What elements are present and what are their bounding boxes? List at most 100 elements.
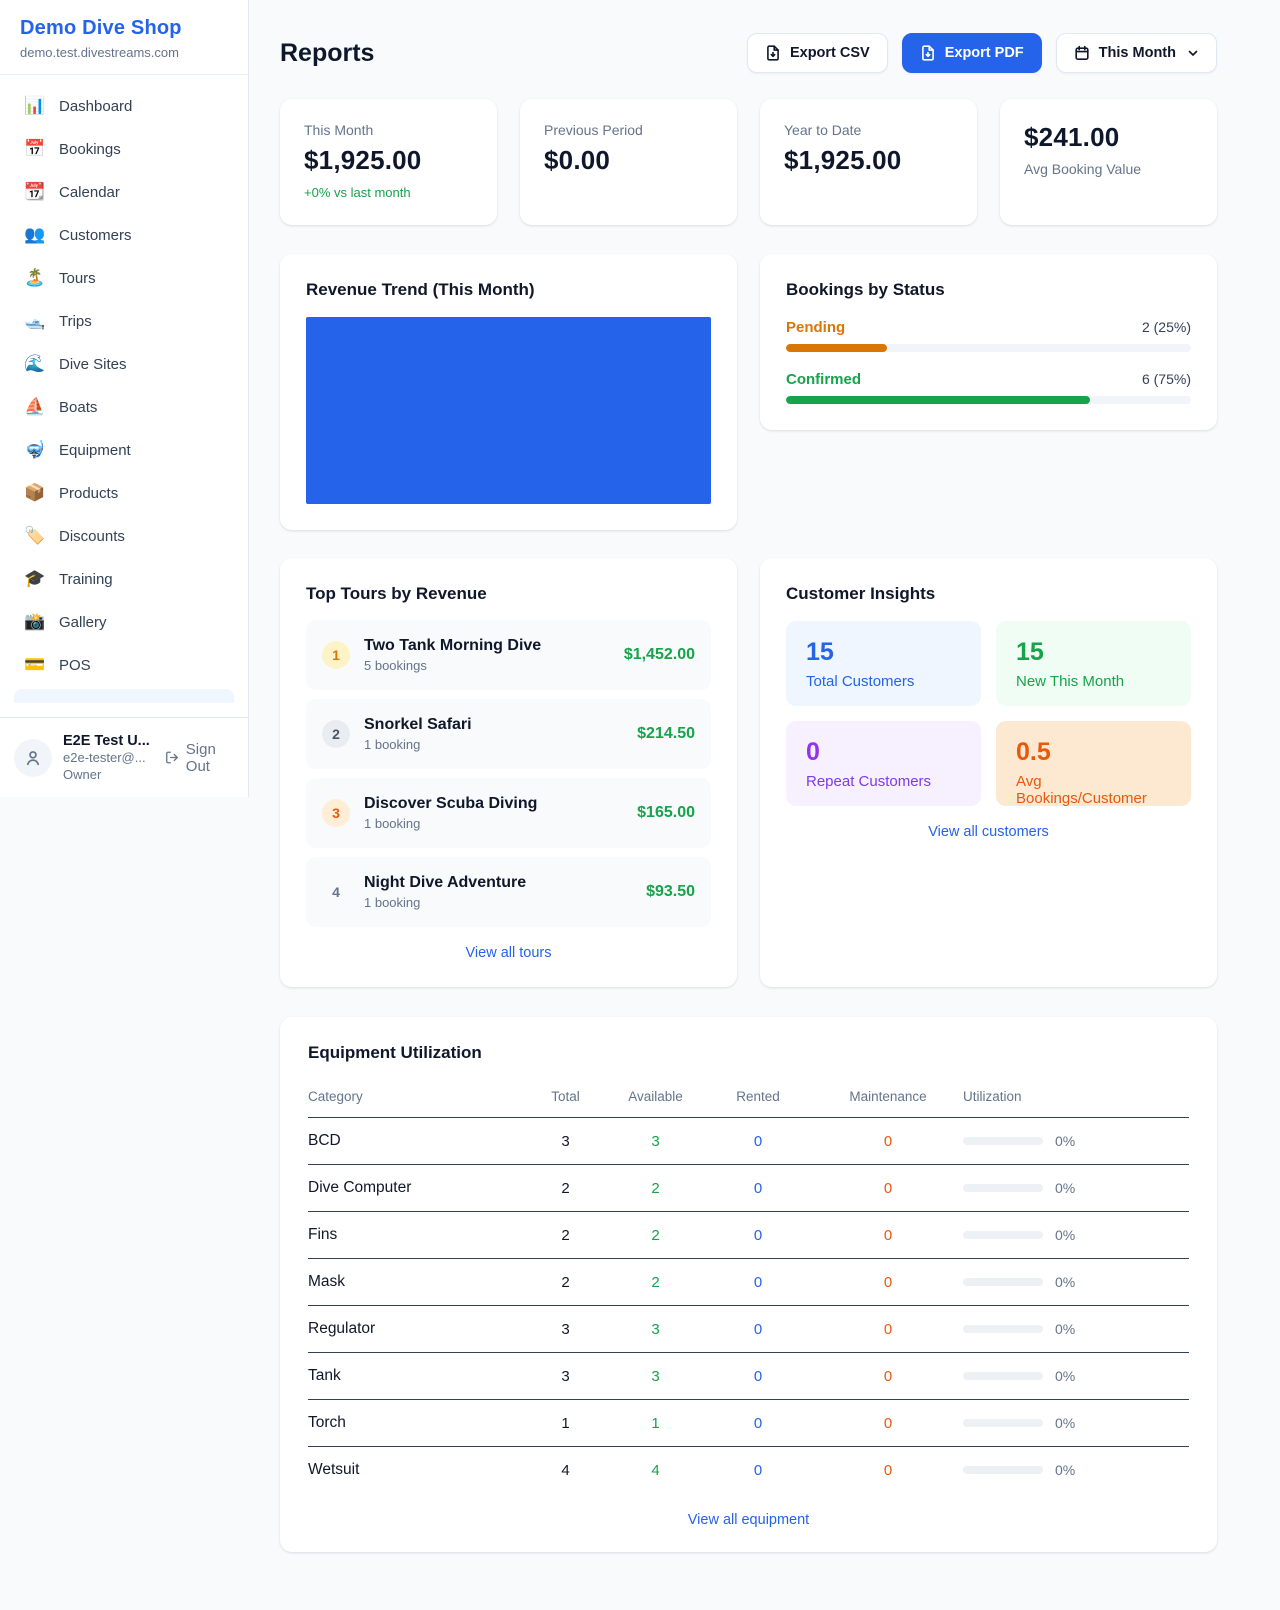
sidebar-item-label: Calendar	[59, 184, 120, 201]
sidebar-item-products[interactable]: 📦 Products	[14, 474, 234, 512]
status-row-confirmed: Confirmed 6 (75%)	[786, 371, 1191, 404]
column-header-category: Category	[308, 1079, 523, 1118]
cell-category: Wetsuit	[308, 1447, 523, 1494]
cell-total: 1	[523, 1400, 608, 1447]
user-info: E2E Test U... e2e-tester@... Owner	[63, 732, 154, 783]
camera-icon: 📸	[24, 612, 46, 632]
sidebar-item-gallery[interactable]: 📸 Gallery	[14, 603, 234, 641]
sidebar-item-label: Products	[59, 485, 118, 502]
sidebar-item-training[interactable]: 🎓 Training	[14, 560, 234, 598]
equipment-table: Category Total Available Rented Maintena…	[308, 1079, 1189, 1494]
stat-card-year-to-date: Year to Date $1,925.00	[760, 99, 977, 225]
cell-maintenance: 0	[813, 1353, 963, 1400]
cell-category: Fins	[308, 1212, 523, 1259]
cell-available: 3	[608, 1118, 703, 1165]
sidebar-item-trips[interactable]: 🛥️ Trips	[14, 302, 234, 340]
tour-name: Discover Scuba Diving	[364, 795, 623, 813]
utilization-percent: 0%	[1055, 1133, 1075, 1149]
tour-amount: $165.00	[637, 804, 695, 822]
stat-label: Previous Period	[544, 122, 713, 138]
sidebar-item-dive-sites[interactable]: 🌊 Dive Sites	[14, 345, 234, 383]
island-icon: 🏝️	[24, 268, 46, 288]
tour-name: Snorkel Safari	[364, 716, 623, 734]
sidebar-item-label: Training	[59, 571, 113, 588]
sidebar-item-equipment[interactable]: 🤿 Equipment	[14, 431, 234, 469]
cell-maintenance: 0	[813, 1447, 963, 1494]
sidebar-item-label: Tours	[59, 270, 96, 287]
sidebar-item-reports-active-partial[interactable]	[14, 689, 234, 703]
sidebar-item-label: Customers	[59, 227, 132, 244]
cell-category: Dive Computer	[308, 1165, 523, 1212]
utilization-percent: 0%	[1055, 1321, 1075, 1337]
avatar	[14, 739, 52, 777]
tour-amount: $214.50	[637, 725, 695, 743]
period-dropdown[interactable]: This Month	[1056, 33, 1217, 73]
table-row: Fins 2 2 0 0 0%	[308, 1212, 1189, 1259]
utilization-percent: 0%	[1055, 1227, 1075, 1243]
revenue-trend-title: Revenue Trend (This Month)	[306, 280, 711, 300]
cell-available: 2	[608, 1165, 703, 1212]
export-csv-button[interactable]: Export CSV	[747, 33, 888, 73]
file-download-icon	[765, 45, 781, 61]
view-all-equipment-link[interactable]: View all equipment	[308, 1512, 1189, 1528]
cell-category: Regulator	[308, 1306, 523, 1353]
sidebar-item-label: Gallery	[59, 614, 107, 631]
sidebar-item-boats[interactable]: ⛵ Boats	[14, 388, 234, 426]
sidebar-item-tours[interactable]: 🏝️ Tours	[14, 259, 234, 297]
column-header-available: Available	[608, 1079, 703, 1118]
sidebar-item-label: Discounts	[59, 528, 125, 545]
insight-value: 0.5	[1016, 738, 1171, 767]
insight-label: Total Customers	[806, 673, 961, 690]
top-tours-title: Top Tours by Revenue	[306, 584, 711, 604]
sidebar-item-discounts[interactable]: 🏷️ Discounts	[14, 517, 234, 555]
page-title: Reports	[280, 39, 374, 68]
tag-icon: 🏷️	[24, 526, 46, 546]
view-all-customers-link[interactable]: View all customers	[786, 824, 1191, 840]
stat-delta: +0% vs last month	[304, 185, 473, 200]
insight-value: 15	[806, 638, 961, 667]
sidebar-item-customers[interactable]: 👥 Customers	[14, 216, 234, 254]
utilization-percent: 0%	[1055, 1415, 1075, 1431]
sidebar-item-pos[interactable]: 💳 POS	[14, 646, 234, 684]
rank-badge: 4	[322, 878, 350, 906]
utilization-bar	[963, 1419, 1043, 1427]
cell-total: 3	[523, 1306, 608, 1353]
insight-value: 15	[1016, 638, 1171, 667]
sidebar-item-bookings[interactable]: 📅 Bookings	[14, 130, 234, 168]
sidebar-item-dashboard[interactable]: 📊 Dashboard	[14, 87, 234, 125]
sign-out-button[interactable]: Sign Out	[165, 741, 234, 775]
sidebar-item-label: Trips	[59, 313, 92, 330]
diving-mask-icon: 🤿	[24, 440, 46, 460]
equipment-utilization-card: Equipment Utilization Category Total Ava…	[280, 1017, 1217, 1552]
tour-bookings: 5 bookings	[364, 658, 610, 673]
equipment-utilization-title: Equipment Utilization	[308, 1043, 1189, 1063]
sidebar-item-calendar[interactable]: 📆 Calendar	[14, 173, 234, 211]
utilization-percent: 0%	[1055, 1180, 1075, 1196]
stat-card-this-month: This Month $1,925.00 +0% vs last month	[280, 99, 497, 225]
table-row: Mask 2 2 0 0 0%	[308, 1259, 1189, 1306]
view-all-tours-link[interactable]: View all tours	[306, 945, 711, 961]
export-pdf-button[interactable]: Export PDF	[902, 33, 1042, 73]
insight-tile-total-customers: 15 Total Customers	[786, 621, 981, 706]
stat-card-avg-booking-value: $241.00 Avg Booking Value	[1000, 99, 1217, 225]
insight-value: 0	[806, 738, 961, 767]
cell-available: 2	[608, 1259, 703, 1306]
cell-rented: 0	[703, 1400, 813, 1447]
wave-icon: 🌊	[24, 354, 46, 374]
rank-badge: 1	[322, 641, 350, 669]
package-icon: 📦	[24, 483, 46, 503]
graduation-cap-icon: 🎓	[24, 569, 46, 589]
bookings-by-status-card: Bookings by Status Pending 2 (25%) Confi…	[760, 254, 1217, 430]
user-email: e2e-tester@...	[63, 750, 154, 766]
stat-label: Year to Date	[784, 122, 953, 138]
cell-category: Tank	[308, 1353, 523, 1400]
shop-domain: demo.test.divestreams.com	[20, 45, 228, 60]
bookings-calendar-icon: 📅	[24, 139, 46, 159]
stat-value: $1,925.00	[784, 145, 953, 176]
table-row: Torch 1 1 0 0 0%	[308, 1400, 1189, 1447]
sidebar-item-label: POS	[59, 657, 91, 674]
status-bar-pending	[786, 344, 887, 352]
cell-maintenance: 0	[813, 1165, 963, 1212]
stat-value: $0.00	[544, 145, 713, 176]
export-pdf-label: Export PDF	[945, 45, 1024, 61]
